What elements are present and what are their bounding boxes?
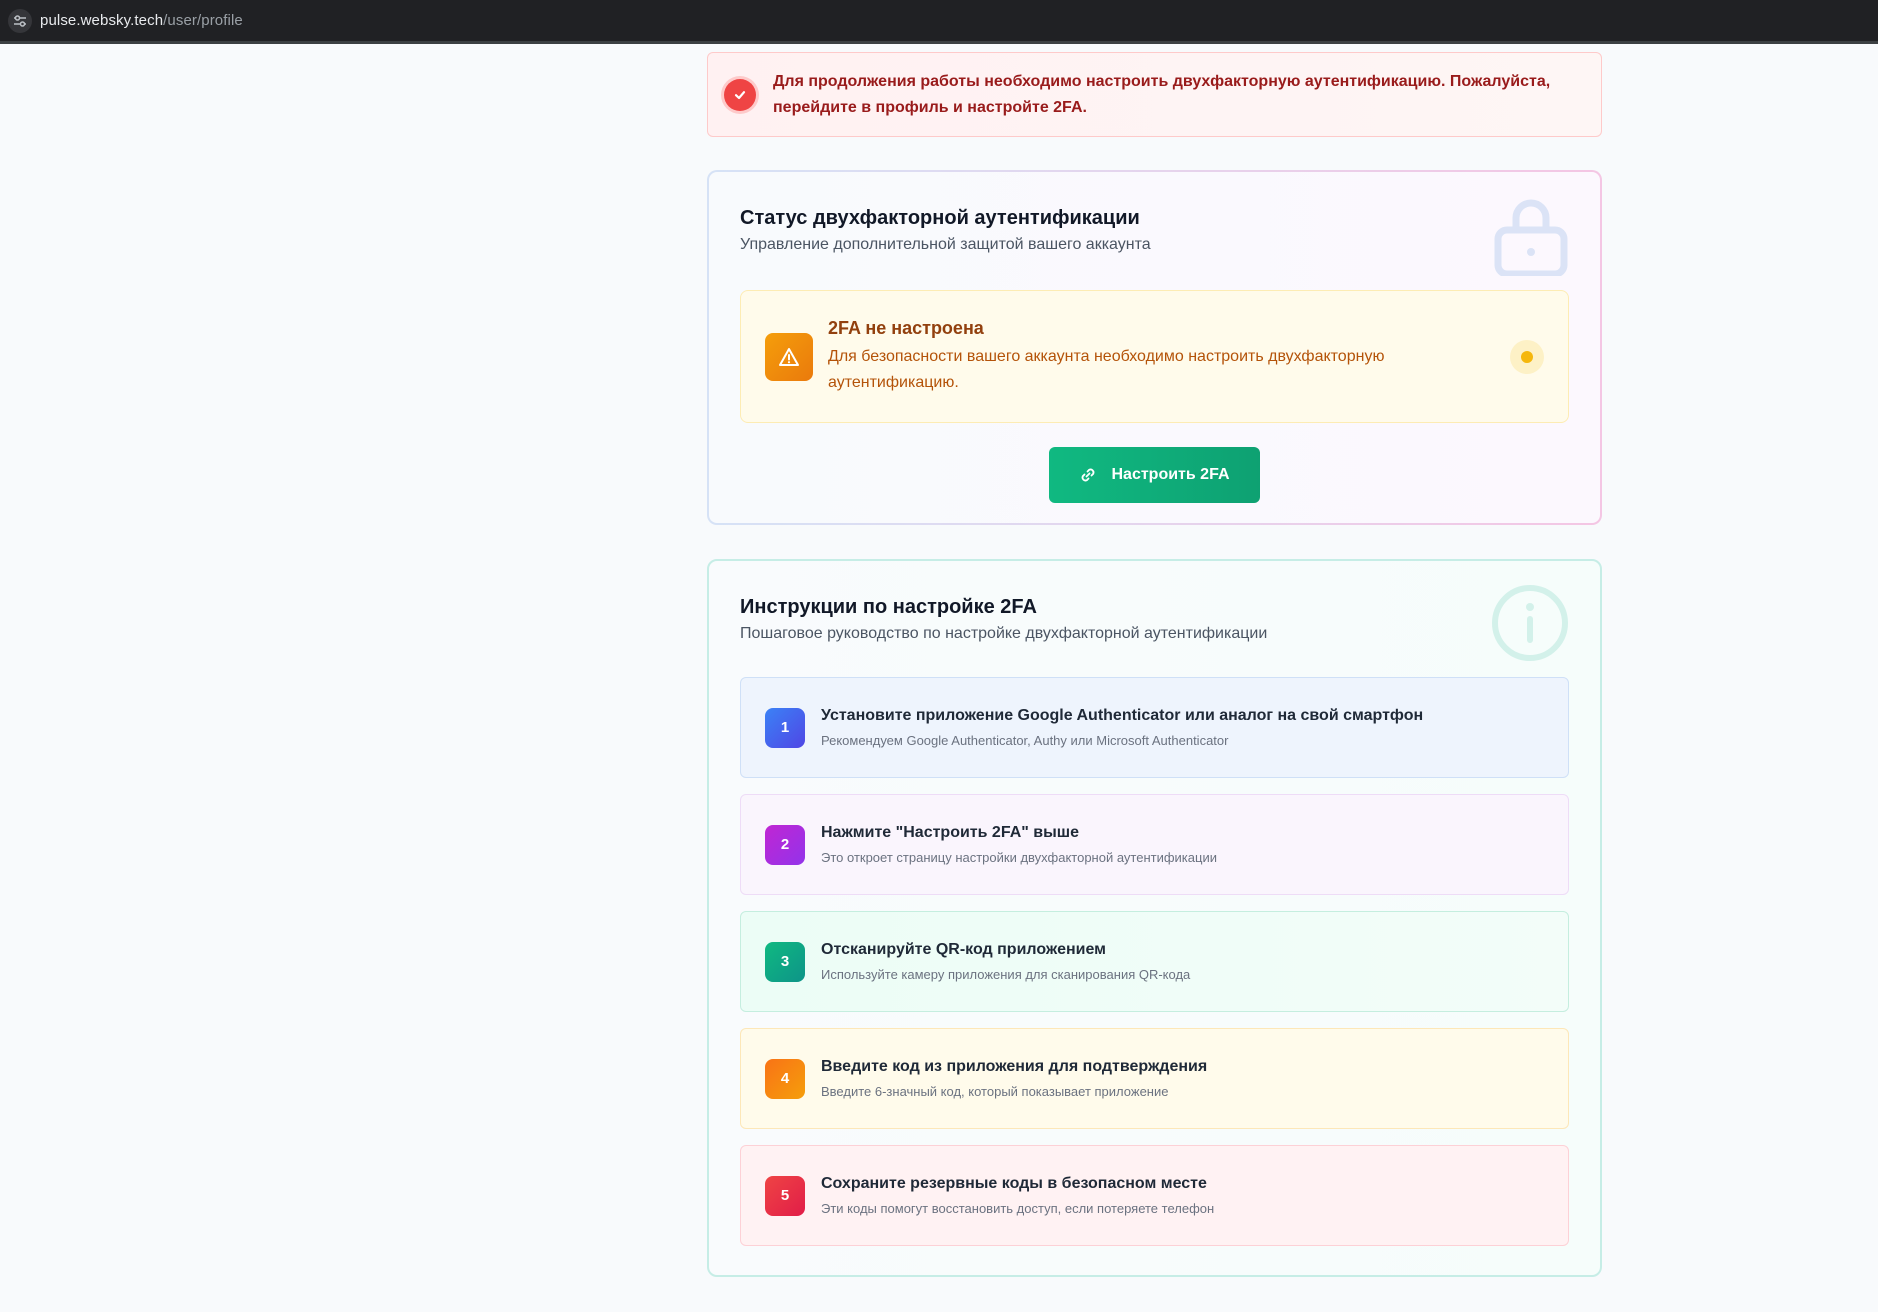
- url-path: /user/profile: [163, 12, 243, 29]
- tune-icon[interactable]: [8, 8, 32, 33]
- instructions-card: Инструкции по настройке 2FA Пошаговое ру…: [707, 559, 1602, 1277]
- step-description: Эти коды помогут восстановить доступ, ес…: [821, 1201, 1215, 1216]
- url-field[interactable]: pulse.websky.tech/user/profile: [40, 12, 243, 29]
- instruction-step-5: 5 Сохраните резервные коды в безопасном …: [740, 1145, 1569, 1246]
- step-title: Сохраните резервные коды в безопасном ме…: [821, 1175, 1207, 1192]
- step-number-badge: 4: [765, 1058, 805, 1099]
- browser-address-bar: pulse.websky.tech/user/profile: [0, 0, 1878, 44]
- info-icon: [1492, 585, 1568, 661]
- step-description: Используйте камеру приложения для сканир…: [821, 967, 1191, 982]
- step-title: Нажмите "Настроить 2FA" выше: [821, 824, 1080, 841]
- step-title: Отсканируйте QR-код приложением: [821, 941, 1106, 958]
- instruction-step-1: 1 Установите приложение Google Authentic…: [740, 677, 1569, 778]
- instructions-card-title: Инструкции по настройке 2FA: [740, 596, 1037, 618]
- warning-description-line-1: Для безопасности вашего аккаунта необход…: [828, 347, 1385, 365]
- status-card-subtitle: Управление дополнительной защитой вашего…: [740, 236, 1151, 253]
- lock-icon: [1494, 199, 1568, 276]
- warning-title: 2FA не настроена: [828, 317, 984, 338]
- instructions-card-subtitle: Пошаговое руководство по настройке двухф…: [740, 625, 1268, 642]
- status-card-title: Статус двухфакторной аутентификации: [740, 207, 1140, 229]
- warning-triangle-icon: [765, 332, 813, 381]
- warning-description: Для безопасности вашего аккаунта необход…: [828, 344, 1408, 396]
- instruction-steps: 1 Установите приложение Google Authentic…: [740, 677, 1569, 1246]
- setup-2fa-button-label: Настроить 2FA: [1111, 466, 1230, 483]
- error-alert: Для продолжения работы необходимо настро…: [707, 52, 1602, 137]
- url-host: pulse.websky.tech: [40, 12, 164, 29]
- main-content: Для продолжения работы необходимо настро…: [707, 52, 1602, 1277]
- instruction-step-3: 3 Отсканируйте QR-код приложением Исполь…: [740, 911, 1569, 1012]
- alert-message-line-2: перейдите в профиль и настройте 2FA.: [773, 98, 1087, 116]
- instruction-step-2: 2 Нажмите "Настроить 2FA" выше Это откро…: [740, 794, 1569, 895]
- status-indicator-dot: [1510, 339, 1544, 374]
- step-description: Это откроет страницу настройки двухфакто…: [821, 850, 1217, 865]
- step-description: Введите 6-значный код, который показывае…: [821, 1084, 1169, 1099]
- setup-2fa-button[interactable]: Настроить 2FA: [1049, 447, 1260, 503]
- step-title: Введите код из приложения для подтвержде…: [821, 1058, 1208, 1075]
- step-number-badge: 1: [765, 707, 805, 748]
- warning-description-line-2: аутентификацию.: [828, 373, 959, 391]
- alert-message-line-1: Для продолжения работы необходимо настро…: [773, 72, 1551, 90]
- step-number-badge: 2: [765, 824, 805, 865]
- alert-message: Для продолжения работы необходимо настро…: [773, 69, 1550, 121]
- two-factor-warning: 2FA не настроена Для безопасности вашего…: [740, 290, 1569, 423]
- two-factor-status-card: Статус двухфакторной аутентификации Упра…: [707, 170, 1602, 525]
- step-title: Установите приложение Google Authenticat…: [821, 707, 1424, 724]
- step-number-badge: 3: [765, 941, 805, 982]
- check-circle-icon: [724, 78, 756, 111]
- instruction-step-4: 4 Введите код из приложения для подтверж…: [740, 1028, 1569, 1129]
- link-icon: [1082, 468, 1095, 482]
- step-description: Рекомендуем Google Authenticator, Authy …: [821, 733, 1229, 748]
- step-number-badge: 5: [765, 1175, 805, 1216]
